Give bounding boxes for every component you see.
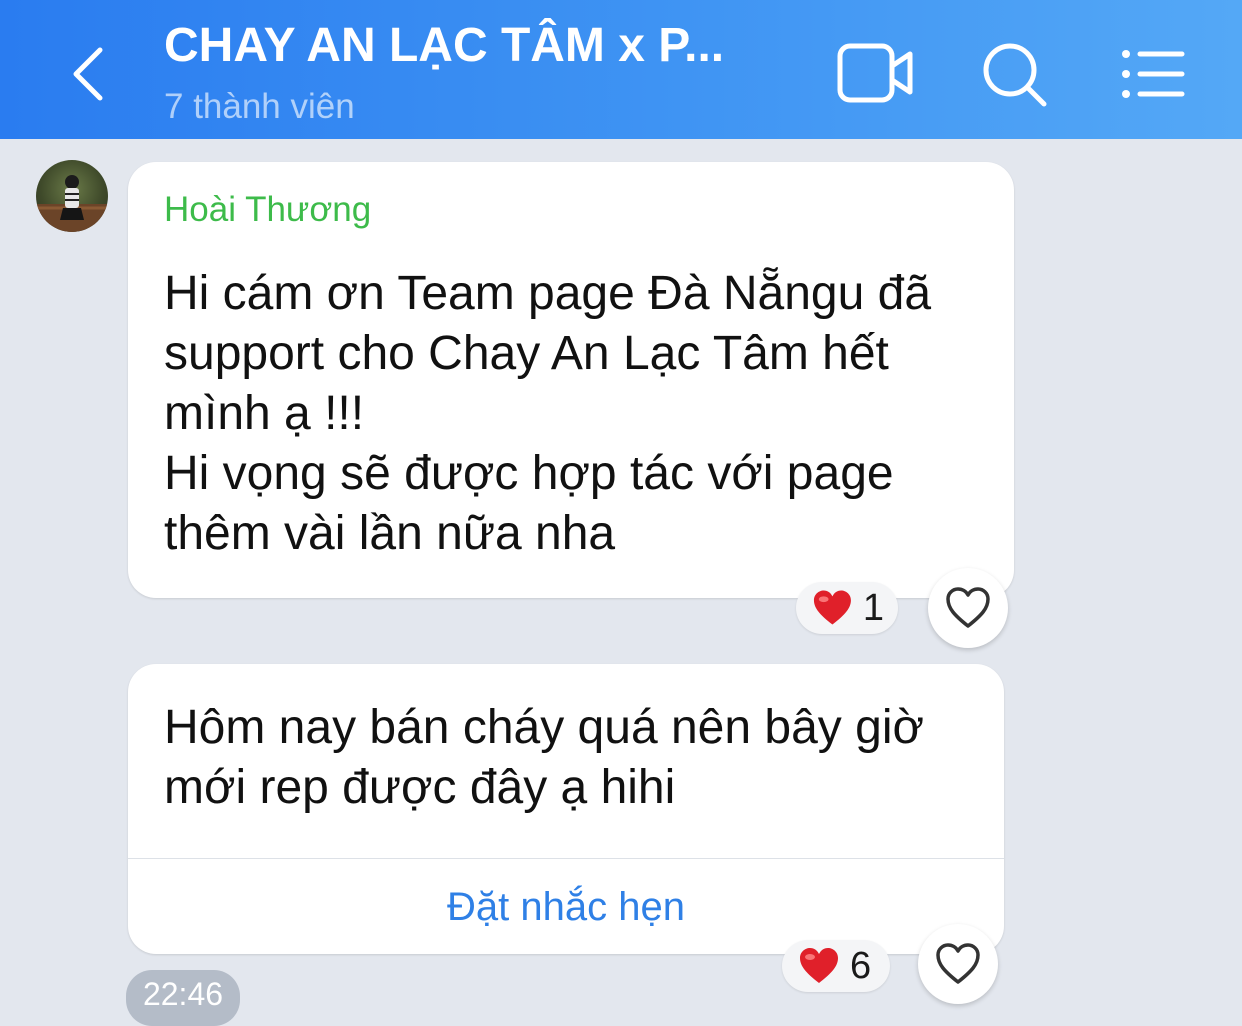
message-line: Hi vọng sẽ được hợp tác với page <box>164 447 894 500</box>
list-menu-icon <box>1122 50 1185 98</box>
avatar[interactable] <box>36 160 108 232</box>
heart-outline-icon <box>936 943 980 984</box>
message-line: Hôm nay bán cháy quá nên bây giờ <box>164 701 924 754</box>
search-icon <box>983 43 1047 107</box>
heart-icon <box>813 590 851 625</box>
heart-outline-icon <box>946 587 990 628</box>
chat-title[interactable]: CHAY AN LẠC TÂM x P... <box>164 18 784 74</box>
divider <box>128 858 1004 859</box>
sender-name[interactable]: Hoài Thương <box>164 190 371 230</box>
message-bubble[interactable]: Hoài Thương Hi cám ơn Team page Đà Nẵngu… <box>128 162 1014 598</box>
reaction-count: 1 <box>862 587 884 629</box>
chat-header: CHAY AN LẠC TÂM x P... 7 thành viên <box>0 0 1242 139</box>
message-line: support cho Chay An Lạc Tâm hết <box>164 327 889 380</box>
search-button[interactable] <box>978 38 1050 110</box>
message-time: 22:46 <box>126 970 240 1026</box>
message-text: Hi cám ơn Team page Đà Nẵngu đã support … <box>164 264 994 564</box>
react-button[interactable] <box>928 568 1008 648</box>
chevron-left-icon <box>73 47 103 101</box>
message-line: mình ạ !!! <box>164 387 365 440</box>
heart-icon <box>800 948 838 983</box>
set-reminder-button[interactable]: Đặt nhắc hẹn <box>128 860 1004 954</box>
reaction-count: 6 <box>850 945 872 987</box>
message-line: mới rep được đây ạ hihi <box>164 761 676 814</box>
message-text: Hôm nay bán cháy quá nên bây giờ mới rep… <box>164 698 984 818</box>
video-call-button[interactable] <box>836 40 916 108</box>
message-line: Hi cám ơn Team page Đà Nẵngu đã <box>164 267 932 320</box>
menu-button[interactable] <box>1116 44 1188 104</box>
message-bubble[interactable]: Hôm nay bán cháy quá nên bây giờ mới rep… <box>128 664 1004 954</box>
react-button[interactable] <box>918 924 998 1004</box>
video-camera-icon <box>837 43 913 103</box>
reaction-summary[interactable]: 1 <box>796 582 898 634</box>
reaction-summary[interactable]: 6 <box>782 940 890 992</box>
member-count[interactable]: 7 thành viên <box>164 86 355 128</box>
back-button[interactable] <box>56 38 120 110</box>
message-line: thêm vài lần nữa nha <box>164 507 616 560</box>
